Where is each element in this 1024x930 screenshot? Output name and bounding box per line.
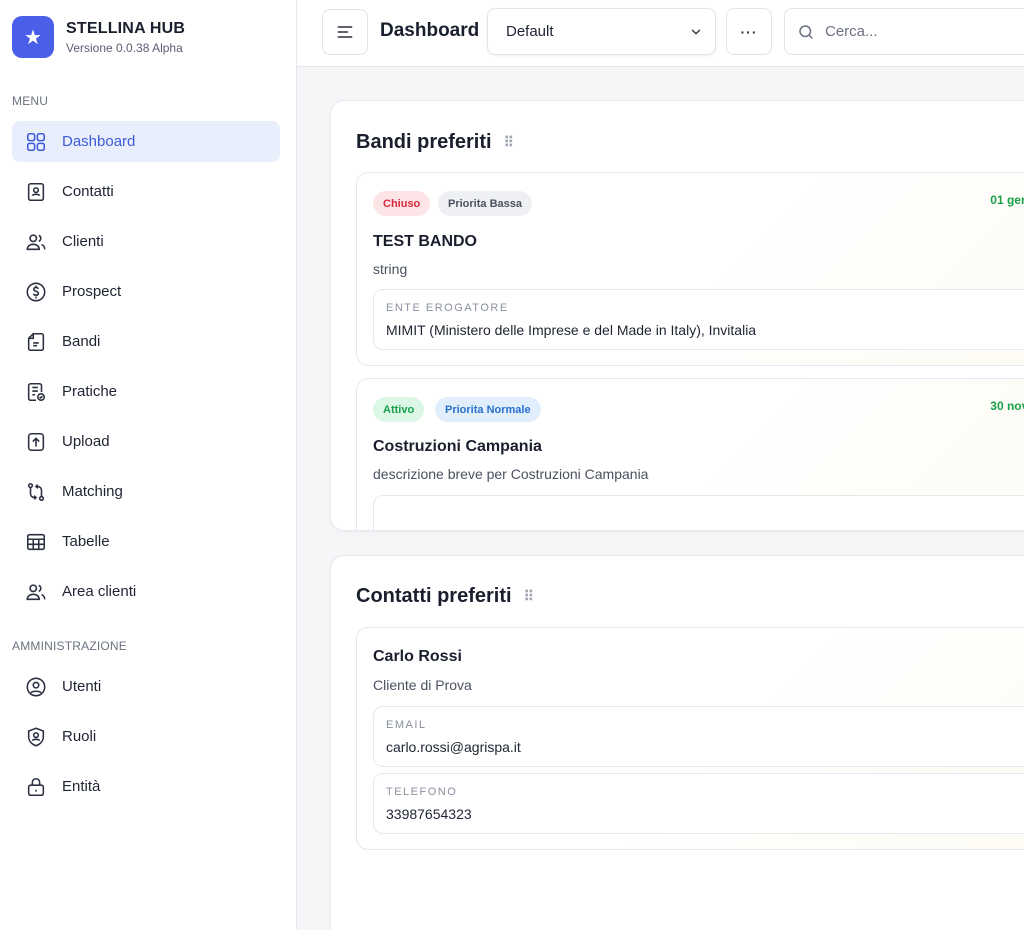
- sidebar-item-ruoli[interactable]: Ruoli: [12, 716, 280, 757]
- menu-icon: [337, 26, 353, 38]
- git-compare-icon: [24, 480, 48, 504]
- bando-date: 30 nov 20: [990, 399, 1024, 413]
- sidebar-item-upload[interactable]: Upload: [12, 421, 280, 462]
- money-circle-icon: [24, 280, 48, 304]
- field-value: MIMIT (Ministero delle Imprese e del Mad…: [386, 322, 757, 338]
- sidebar-item-label: Entità: [62, 778, 101, 795]
- field-value[interactable]: 33987654323: [386, 806, 472, 822]
- grid-icon: [24, 130, 48, 154]
- sidebar-item-prospect[interactable]: Prospect: [12, 271, 280, 312]
- sidebar-item-bandi[interactable]: Bandi: [12, 321, 280, 362]
- dashboard-select[interactable]: Default: [487, 8, 716, 55]
- drag-handle-icon[interactable]: ⠿: [504, 134, 514, 151]
- bando-item[interactable]: Chiuso Priorita Bassa 01 gen 20 TEST BAN…: [356, 172, 1024, 366]
- brand[interactable]: ★ STELLINA HUB Versione 0.0.38 Alpha: [12, 16, 185, 58]
- contatto-item[interactable]: Carlo Rossi Cliente di Prova EMAIL carlo…: [356, 627, 1024, 850]
- contatto-subtitle: Cliente di Prova: [373, 677, 472, 693]
- search-icon: [799, 24, 813, 39]
- bando-subtitle: descrizione breve per Costruzioni Campan…: [373, 466, 649, 482]
- sidebar-item-label: Matching: [62, 483, 123, 500]
- ente-erogatore-field: ENTE EROGATORE MIMIT (Ministero delle Im…: [373, 289, 1024, 350]
- sidebar-item-dashboard[interactable]: Dashboard: [12, 121, 280, 162]
- sidebar: ★ STELLINA HUB Versione 0.0.38 Alpha MEN…: [0, 0, 297, 930]
- card-title: Contatti preferiti ⠿: [356, 585, 534, 608]
- upload-icon: [24, 430, 48, 454]
- priority-badge: Priorita Bassa: [438, 191, 532, 216]
- sidebar-item-label: Ruoli: [62, 728, 97, 745]
- bandi-preferiti-card: Bandi preferiti ⠿ Chiuso Priorita Bassa …: [330, 100, 1024, 531]
- chevron-down-icon: [691, 29, 701, 34]
- user-circle-icon: [24, 675, 48, 699]
- menu-section-title: MENU: [12, 94, 49, 108]
- brand-title: STELLINA HUB: [66, 19, 186, 37]
- shield-user-icon: [24, 725, 48, 749]
- sidebar-item-label: Clienti: [62, 233, 104, 250]
- menu-toggle-button[interactable]: [322, 9, 368, 55]
- sidebar-item-contatti[interactable]: Contatti: [12, 171, 280, 212]
- sidebar-item-label: Tabelle: [62, 533, 110, 550]
- sidebar-item-label: Upload: [62, 433, 110, 450]
- bando-subtitle: string: [373, 261, 408, 277]
- bando-title: Costruzioni Campania: [373, 438, 542, 455]
- sidebar-item-label: Pratiche: [62, 383, 118, 400]
- card-title: Bandi preferiti ⠿: [356, 131, 514, 154]
- sidebar-item-area-clienti[interactable]: Area clienti: [12, 571, 280, 612]
- sidebar-item-matching[interactable]: Matching: [12, 471, 280, 512]
- priority-badge: Priorita Normale: [435, 397, 541, 422]
- contatti-title: Contatti preferiti: [356, 585, 512, 607]
- bando-title: TEST BANDO: [373, 233, 477, 250]
- page-title: Dashboard: [380, 20, 480, 41]
- field-value[interactable]: carlo.rossi@agrispa.it: [386, 739, 521, 755]
- users-icon: [24, 580, 48, 604]
- admin-section-title: AMMINISTRAZIONE: [12, 639, 128, 653]
- star-icon: ★: [12, 16, 54, 58]
- field-label: TELEFONO: [386, 786, 458, 798]
- status-badge: Attivo: [373, 397, 425, 422]
- phone-field: TELEFONO 33987654323: [373, 773, 1024, 834]
- sidebar-item-entita[interactable]: Entità: [12, 766, 280, 807]
- contatto-name: Carlo Rossi: [373, 648, 462, 665]
- bando-field: [373, 495, 1024, 530]
- search-box[interactable]: [784, 8, 1024, 55]
- contact-book-icon: [24, 180, 48, 204]
- sidebar-item-label: Area clienti: [62, 583, 137, 600]
- bando-item[interactable]: Attivo Priorita Normale 30 nov 20 Costru…: [356, 378, 1024, 530]
- sidebar-item-pratiche[interactable]: Pratiche: [12, 371, 280, 412]
- sidebar-item-label: Contatti: [62, 183, 114, 200]
- sidebar-item-label: Bandi: [62, 333, 101, 350]
- bandi-title: Bandi preferiti: [356, 131, 492, 153]
- field-label: ENTE EROGATORE: [386, 302, 509, 314]
- bando-date: 01 gen 20: [990, 193, 1024, 207]
- sidebar-item-tabelle[interactable]: Tabelle: [12, 521, 280, 562]
- search-input[interactable]: [825, 23, 1024, 40]
- drag-handle-icon[interactable]: ⠿: [524, 588, 534, 605]
- topbar: Dashboard Default ···: [297, 0, 1024, 67]
- sidebar-item-clienti[interactable]: Clienti: [12, 221, 280, 262]
- email-field: EMAIL carlo.rossi@agrispa.it: [373, 706, 1024, 767]
- field-label: EMAIL: [386, 719, 427, 731]
- sidebar-item-utenti[interactable]: Utenti: [12, 666, 280, 707]
- lock-icon: [24, 775, 48, 799]
- table-icon: [24, 530, 48, 554]
- brand-version: Versione 0.0.38 Alpha: [66, 40, 183, 55]
- sidebar-item-label: Dashboard: [62, 133, 136, 150]
- sidebar-item-label: Utenti: [62, 678, 102, 695]
- more-options-button[interactable]: ···: [726, 8, 772, 55]
- status-badge: Chiuso: [373, 191, 431, 216]
- file-check-icon: [24, 380, 48, 404]
- dashboard-select-value: Default: [506, 23, 554, 40]
- document-icon: [24, 330, 48, 354]
- contatti-preferiti-card: Contatti preferiti ⠿ Carlo Rossi Cliente…: [330, 555, 1024, 930]
- users-icon: [24, 230, 48, 254]
- sidebar-item-label: Prospect: [62, 283, 122, 300]
